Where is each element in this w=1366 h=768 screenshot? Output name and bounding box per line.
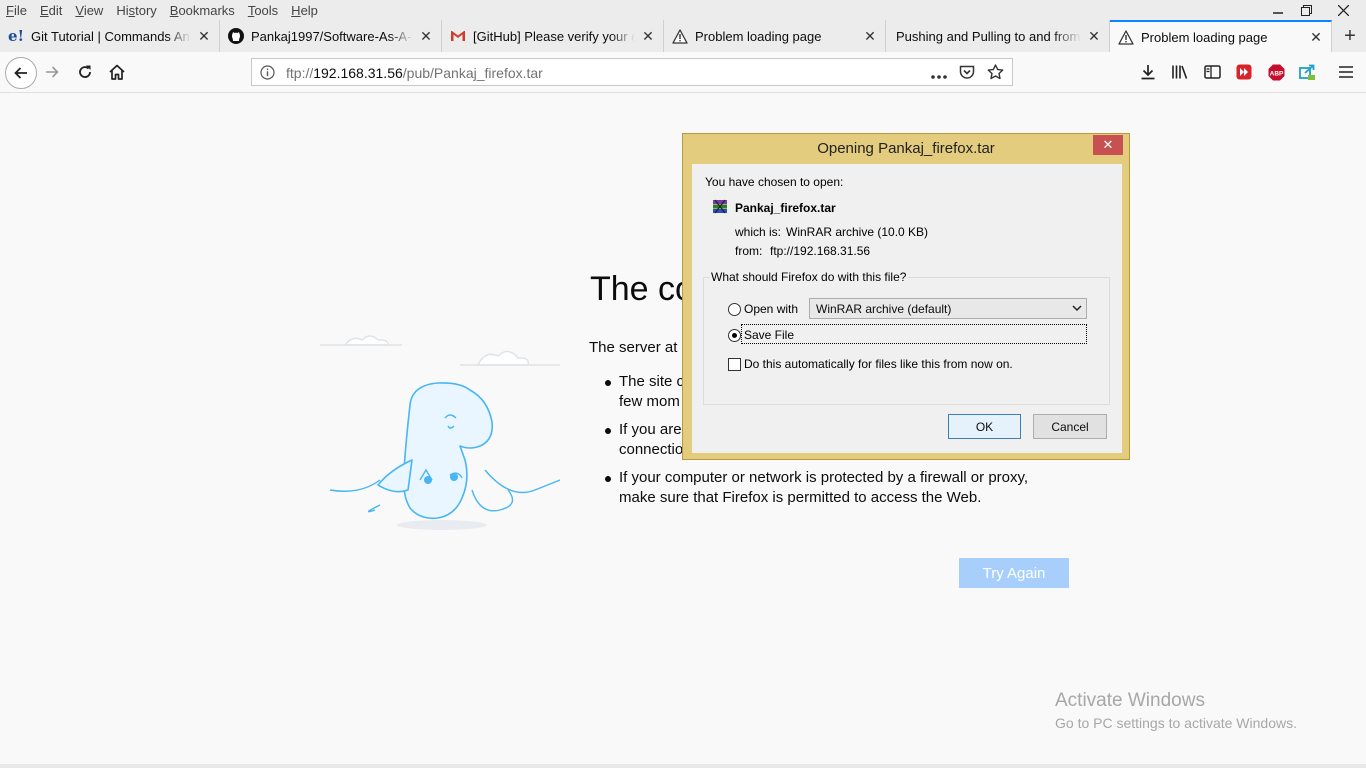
from-value: ftp://192.168.31.56: [770, 244, 871, 258]
tab-pushing-pulling[interactable]: Pushing and Pulling to and from D ✕: [886, 20, 1110, 52]
tab-close-icon[interactable]: ✕: [1087, 28, 1101, 45]
dialog-title: Opening Pankaj_firefox.tar: [817, 140, 995, 157]
forward-button[interactable]: [38, 58, 66, 86]
tab-title: [GitHub] Please verify your ema: [473, 28, 635, 44]
tab-close-icon[interactable]: ✕: [1309, 29, 1323, 46]
sync-tabs-icon[interactable]: [1298, 62, 1318, 82]
window-close-icon[interactable]: [1320, 0, 1366, 20]
menu-edit[interactable]: Edit: [34, 0, 69, 20]
bookmark-star-icon[interactable]: [987, 64, 1004, 85]
save-file-radio[interactable]: [728, 329, 741, 342]
info-icon[interactable]: [260, 65, 275, 85]
disconnected-dinosaur-illustration: [320, 330, 565, 540]
open-with-radio[interactable]: [728, 303, 741, 316]
menu-file[interactable]: File: [0, 0, 34, 20]
ok-button[interactable]: OK: [948, 414, 1021, 439]
dialog-close-button[interactable]: ✕: [1093, 135, 1123, 155]
tab-problem-loading-active[interactable]: Problem loading page ✕: [1110, 20, 1332, 52]
menu-help[interactable]: Help: [285, 0, 325, 20]
back-arrow-icon: [14, 67, 27, 79]
warning-icon: [672, 28, 688, 44]
home-icon: [109, 64, 125, 80]
downloads-icon[interactable]: [1138, 62, 1158, 82]
restore-icon[interactable]: [1292, 0, 1320, 20]
hamburger-menu-icon[interactable]: [1336, 62, 1356, 82]
menu-bookmarks[interactable]: Bookmarks: [164, 0, 242, 20]
menu-history[interactable]: History: [110, 0, 163, 20]
tab-close-icon[interactable]: ✕: [419, 28, 433, 45]
menu-tools[interactable]: Tools: [242, 0, 285, 20]
url-actions: [931, 64, 1004, 85]
browser-chrome-top: File Edit View History Bookmarks Tools H…: [0, 0, 1366, 52]
chosen-label: You have chosen to open:: [705, 175, 844, 189]
list-item: If your computer or network is protected…: [605, 468, 1065, 508]
error-description: The server at 1: [589, 339, 690, 356]
error-title: The co: [590, 270, 694, 308]
open-with-label[interactable]: Open with: [744, 302, 798, 316]
file-type-value: WinRAR archive (10.0 KB): [786, 225, 929, 239]
forward-arrow-icon: [46, 66, 59, 78]
tab-gmail[interactable]: [GitHub] Please verify your ema ✕: [442, 20, 664, 52]
tab-github-repo[interactable]: Pankaj1997/Software-As-A-Serv ✕: [220, 20, 442, 52]
minimize-icon[interactable]: [1264, 0, 1292, 20]
library-icon[interactable]: [1170, 62, 1190, 82]
navigation-toolbar: ftp://192.168.31.56/pub/Pankaj_firefox.t…: [0, 52, 1366, 93]
home-button[interactable]: [103, 58, 131, 86]
tab-strip: e! Git Tutorial | Commands And Op ✕ Pank…: [0, 20, 1366, 52]
taskbar-edge: [0, 764, 1366, 768]
video-downloader-icon[interactable]: [1234, 62, 1254, 82]
url-bar[interactable]: ftp://192.168.31.56/pub/Pankaj_firefox.t…: [251, 58, 1013, 86]
open-with-app-select[interactable]: WinRAR archive (default): [809, 298, 1087, 319]
which-is-label: which is:: [735, 225, 782, 239]
new-tab-icon[interactable]: +: [1334, 20, 1366, 52]
github-icon: [228, 28, 244, 44]
page-actions-icon[interactable]: [931, 66, 947, 84]
auto-action-label[interactable]: Do this automatically for files like thi…: [744, 357, 1013, 371]
adblock-plus-icon[interactable]: ABP: [1266, 62, 1286, 82]
gmail-icon: [450, 28, 466, 44]
dialog-body: You have chosen to open: Pankaj_firefox.…: [692, 164, 1122, 453]
auto-action-checkbox[interactable]: [728, 358, 741, 371]
tab-title: Pankaj1997/Software-As-A-Serv: [251, 28, 413, 44]
opening-file-dialog: Opening Pankaj_firefox.tar ✕ You have ch…: [682, 133, 1130, 460]
winrar-archive-icon: [712, 199, 729, 220]
window-controls: [1264, 0, 1366, 20]
activate-windows-title: Activate Windows: [1055, 690, 1205, 711]
tab-close-icon[interactable]: ✕: [197, 28, 211, 45]
from-label: from:: [735, 244, 763, 258]
save-file-label[interactable]: Save File: [744, 328, 794, 342]
chevron-down-icon: [1072, 302, 1082, 316]
reload-icon: [79, 65, 91, 78]
activate-windows-subtitle: Go to PC settings to activate Windows.: [1055, 715, 1297, 731]
cancel-button[interactable]: Cancel: [1033, 414, 1107, 439]
menu-view[interactable]: View: [69, 0, 110, 20]
action-question: What should Firefox do with this file?: [709, 270, 909, 284]
selected-app: WinRAR archive (default): [816, 302, 952, 316]
sidebar-icon[interactable]: [1202, 62, 1222, 82]
tab-close-icon[interactable]: ✕: [641, 28, 655, 45]
file-name: Pankaj_firefox.tar: [735, 201, 836, 215]
tab-git-tutorial[interactable]: e! Git Tutorial | Commands And Op ✕: [0, 20, 220, 52]
try-again-button[interactable]: Try Again: [959, 558, 1069, 588]
tab-close-icon[interactable]: ✕: [863, 28, 877, 45]
tab-title: Git Tutorial | Commands And Op: [31, 28, 191, 44]
menu-bar: File Edit View History Bookmarks Tools H…: [0, 0, 325, 20]
pocket-icon[interactable]: [959, 65, 975, 85]
tab-title: Pushing and Pulling to and from D: [896, 28, 1081, 44]
tab-title: Problem loading page: [695, 28, 822, 44]
edureka-icon: e!: [7, 27, 25, 45]
warning-icon: [1118, 29, 1134, 45]
svg-text:ABP: ABP: [1269, 70, 1283, 77]
url-text[interactable]: ftp://192.168.31.56/pub/Pankaj_firefox.t…: [286, 65, 543, 81]
back-button[interactable]: [5, 57, 37, 89]
tab-title: Problem loading page: [1141, 29, 1268, 45]
tab-problem-loading-1[interactable]: Problem loading page ✕: [664, 20, 886, 52]
reload-button[interactable]: [71, 58, 99, 86]
